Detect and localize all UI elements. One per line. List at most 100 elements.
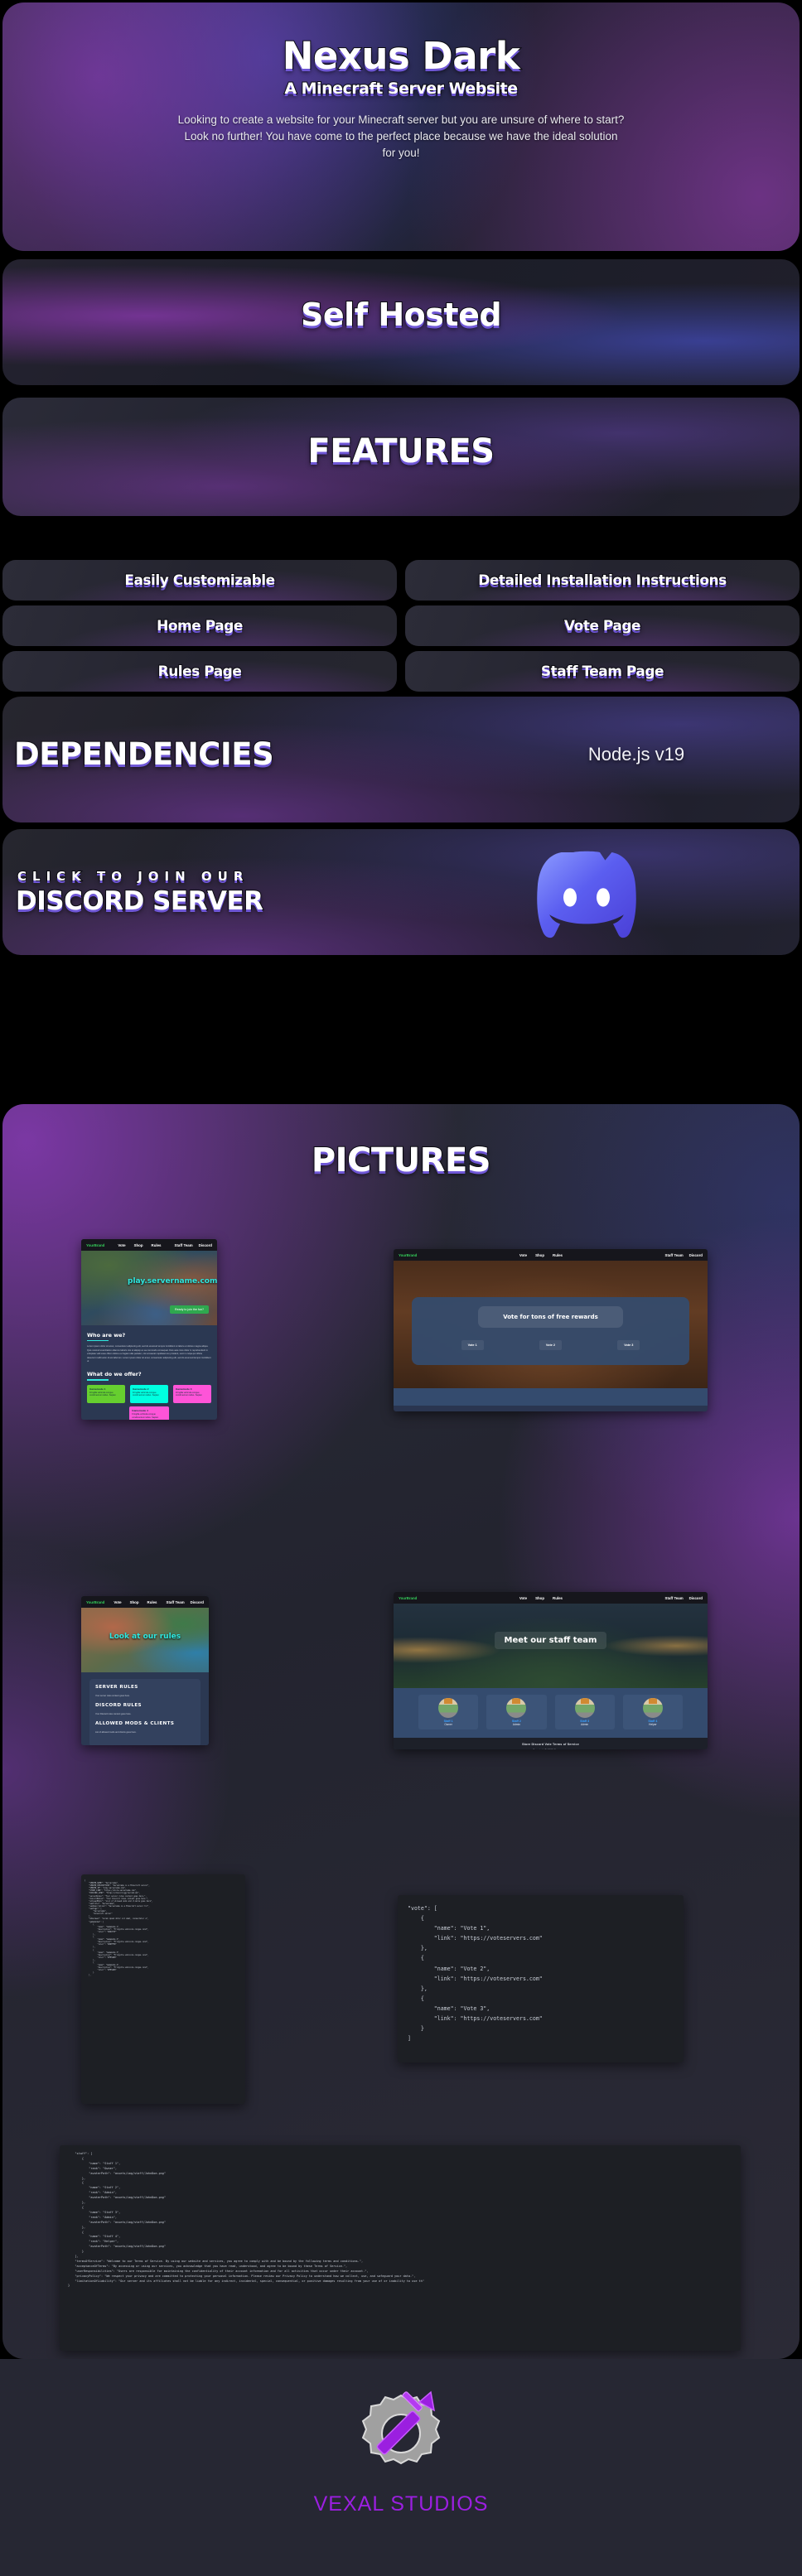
gamemode-name: Gamemode 1 (89, 1387, 106, 1391)
heading-underline (87, 1379, 109, 1381)
rules-section-heading: SERVER RULES (95, 1685, 138, 1690)
mini-nav-shop: Shop (535, 1252, 545, 1257)
mini-nav: YourBrand Vote Shop Rules Staff Team Dis… (394, 1249, 708, 1261)
screenshot-staff-tos-json[interactable]: "staff": [ { "name": "Staff 1", "rank": … (60, 2145, 741, 2351)
server-ip-text: play.servername.com (128, 1277, 217, 1286)
gamemode-card: Gamemode 4 Fringilla vehicula congue con… (129, 1406, 169, 1420)
page-subtitle: A Minecraft Server Website (283, 79, 519, 99)
gamemode-row-1: Gamemode 1 Fringilla vehicula congue con… (87, 1384, 211, 1403)
mini-nav-shop: Shop (133, 1242, 143, 1247)
vote-button-2: Vote 2 (539, 1340, 563, 1350)
vote-buttons: Vote 1 Vote 2 Vote 3 (412, 1340, 689, 1350)
join-cta-button: Ready to join the fun? (170, 1305, 209, 1314)
self-hosted-title: Self Hosted (300, 296, 503, 334)
vote-card: Vote for tons of free rewards Vote 1 Vot… (412, 1297, 689, 1365)
discord-icon (508, 846, 665, 945)
gamemode-description: Fringilla vehicula congue condimentum te… (132, 1413, 159, 1419)
gamemode-card: Gamemode 2 Fringilla vehicula congue con… (130, 1384, 168, 1403)
avatar (574, 1698, 595, 1718)
avatar (438, 1698, 459, 1718)
mini-nav: YourBrand Vote Shop Rules Staff Team Dis… (394, 1592, 708, 1604)
hero-description: Looking to create a website for your Min… (177, 113, 625, 159)
mini-nav-staff-team: Staff Team (166, 1599, 185, 1604)
mini-nav-vote: Vote (118, 1242, 126, 1247)
home-hero-banner: play.servername.com Ready to join the fu… (81, 1251, 217, 1325)
screenshot-staff-page[interactable]: YourBrand Vote Shop Rules Staff Team Dis… (394, 1592, 708, 1749)
staff-card: Staff 3 Admin (554, 1695, 615, 1729)
staff-rank: Owner (444, 1723, 452, 1726)
screenshot-home-page[interactable]: YourBrand Vote Shop Rules Staff Team Dis… (81, 1239, 217, 1420)
mini-nav-staff-team: Staff Team (174, 1242, 193, 1247)
heading-underline (87, 1340, 109, 1342)
mini-nav-rules: Rules (553, 1595, 563, 1600)
vote-json-code: "vote": [ { "name": "Vote 1", "link": "h… (408, 1905, 543, 2043)
feature-label: Vote Page (563, 617, 642, 635)
home-body: Who are we? Lorem ipsum dolor sit amet, … (81, 1325, 217, 1420)
dependencies-heading: DEPENDENCIES (13, 736, 275, 773)
rules-card: SERVER RULES Your server rules content g… (89, 1679, 200, 1745)
staff-card: Staff 2 Admin (486, 1695, 547, 1729)
discord-join-banner[interactable]: CLICK TO JOIN OUR DISCORD SERVER (2, 829, 800, 955)
mini-nav-rules: Rules (151, 1242, 162, 1247)
mini-nav-brand: YourBrand (86, 1599, 105, 1604)
screenshot-vote-page[interactable]: YourBrand Vote Shop Rules Staff Team Dis… (394, 1249, 708, 1411)
mini-nav-vote: Vote (114, 1599, 122, 1604)
vote-hero-background: Vote for tons of free rewards Vote 1 Vot… (394, 1261, 708, 1388)
rules-section-body: Your Discord rules content goes here. (95, 1713, 132, 1715)
feature-card-detailed-installation-instructions[interactable]: Detailed Installation Instructions (405, 560, 800, 601)
site-footer: VEXAL STUDIOS (0, 2359, 802, 2576)
feature-label: Rules Page (157, 663, 243, 681)
screenshot-config-json[interactable]: { "SERVER_NAME": "Servername", "SERVER_D… (81, 1874, 245, 2104)
screenshot-rules-page[interactable]: YourBrand Vote Shop Rules Staff Team Dis… (81, 1596, 209, 1745)
staff-tos-json-code: "staff": [ { "name": "Staff 1", "rank": … (68, 2152, 424, 2288)
staff-rank: Admin (512, 1723, 520, 1726)
rules-section-heading: DISCORD RULES (95, 1703, 142, 1708)
mini-nav: YourBrand Vote Shop Rules Staff Team Dis… (81, 1596, 209, 1608)
mini-nav-discord: Discord (688, 1252, 703, 1257)
features-heading-banner: FEATURES (2, 398, 800, 516)
staff-card: Staff 4 Helper (622, 1695, 683, 1729)
gamemode-row-2: Gamemode 4 Fringilla vehicula congue con… (87, 1406, 211, 1420)
staff-hero-background: Meet our staff team (394, 1604, 708, 1688)
mini-site-footer: Store Discord Vote Terms of Service Copy… (394, 1738, 708, 1749)
staff-rank: Helper (649, 1723, 657, 1726)
feature-card-easily-customizable[interactable]: Easily Customizable (2, 560, 397, 601)
rules-body: SERVER RULES Your server rules content g… (81, 1672, 209, 1745)
gamemode-description: Fringilla vehicula congue condimentum te… (89, 1391, 116, 1397)
mini-nav-brand: YourBrand (399, 1252, 418, 1257)
vote-title: Vote for tons of free rewards (478, 1306, 623, 1328)
gamemode-description: Fringilla vehicula congue condimentum te… (133, 1391, 159, 1397)
gamemode-description: Fringilla vehicula congue condimentum te… (176, 1391, 202, 1397)
feature-label: Staff Team Page (540, 663, 665, 681)
mini-nav-vote: Vote (519, 1252, 528, 1257)
gamemode-name: Gamemode 4 (132, 1409, 148, 1412)
dependency-value: Node.js v19 (587, 744, 685, 765)
mini-nav-rules: Rules (553, 1252, 563, 1257)
landing-page: Nexus Dark A Minecraft Server Website Lo… (0, 0, 802, 2576)
mini-nav-staff-team: Staff Team (664, 1252, 684, 1257)
pictures-heading: PICTURES (311, 1141, 492, 1180)
staff-card: Staff 1 Owner (418, 1695, 479, 1729)
feature-card-staff-team-page[interactable]: Staff Team Page (405, 651, 800, 692)
feature-card-home-page[interactable]: Home Page (2, 605, 397, 646)
feature-label: Easily Customizable (123, 572, 276, 590)
mini-nav-shop: Shop (129, 1599, 139, 1604)
feature-label: Home Page (156, 617, 244, 635)
avatar (506, 1698, 527, 1718)
screenshot-vote-json[interactable]: "vote": [ { "name": "Vote 1", "link": "h… (398, 1895, 684, 2062)
discord-title: DISCORD SERVER (15, 885, 264, 917)
mini-nav-discord: Discord (688, 1595, 703, 1600)
mini-nav-brand: YourBrand (86, 1242, 105, 1247)
vote-button-1: Vote 1 (461, 1340, 484, 1350)
mini-nav: YourBrand Vote Shop Rules Staff Team Dis… (81, 1239, 217, 1251)
gamemode-card: Gamemode 1 Fringilla vehicula congue con… (87, 1384, 125, 1403)
avatar (642, 1698, 663, 1718)
staff-hero-title-wrap: Meet our staff team (394, 1632, 708, 1649)
rules-section-heading: ALLOWED MODS & CLIENTS (95, 1721, 175, 1726)
vote-button-3: Vote 3 (617, 1340, 640, 1350)
who-are-we-body: Lorem ipsum dolor sit amet, consectetur … (87, 1345, 211, 1363)
feature-card-vote-page[interactable]: Vote Page (405, 605, 800, 646)
rules-section-body: List of allowed mods and clients goes he… (95, 1731, 137, 1734)
who-are-we-heading: Who are we? (87, 1332, 126, 1339)
feature-card-rules-page[interactable]: Rules Page (2, 651, 397, 692)
